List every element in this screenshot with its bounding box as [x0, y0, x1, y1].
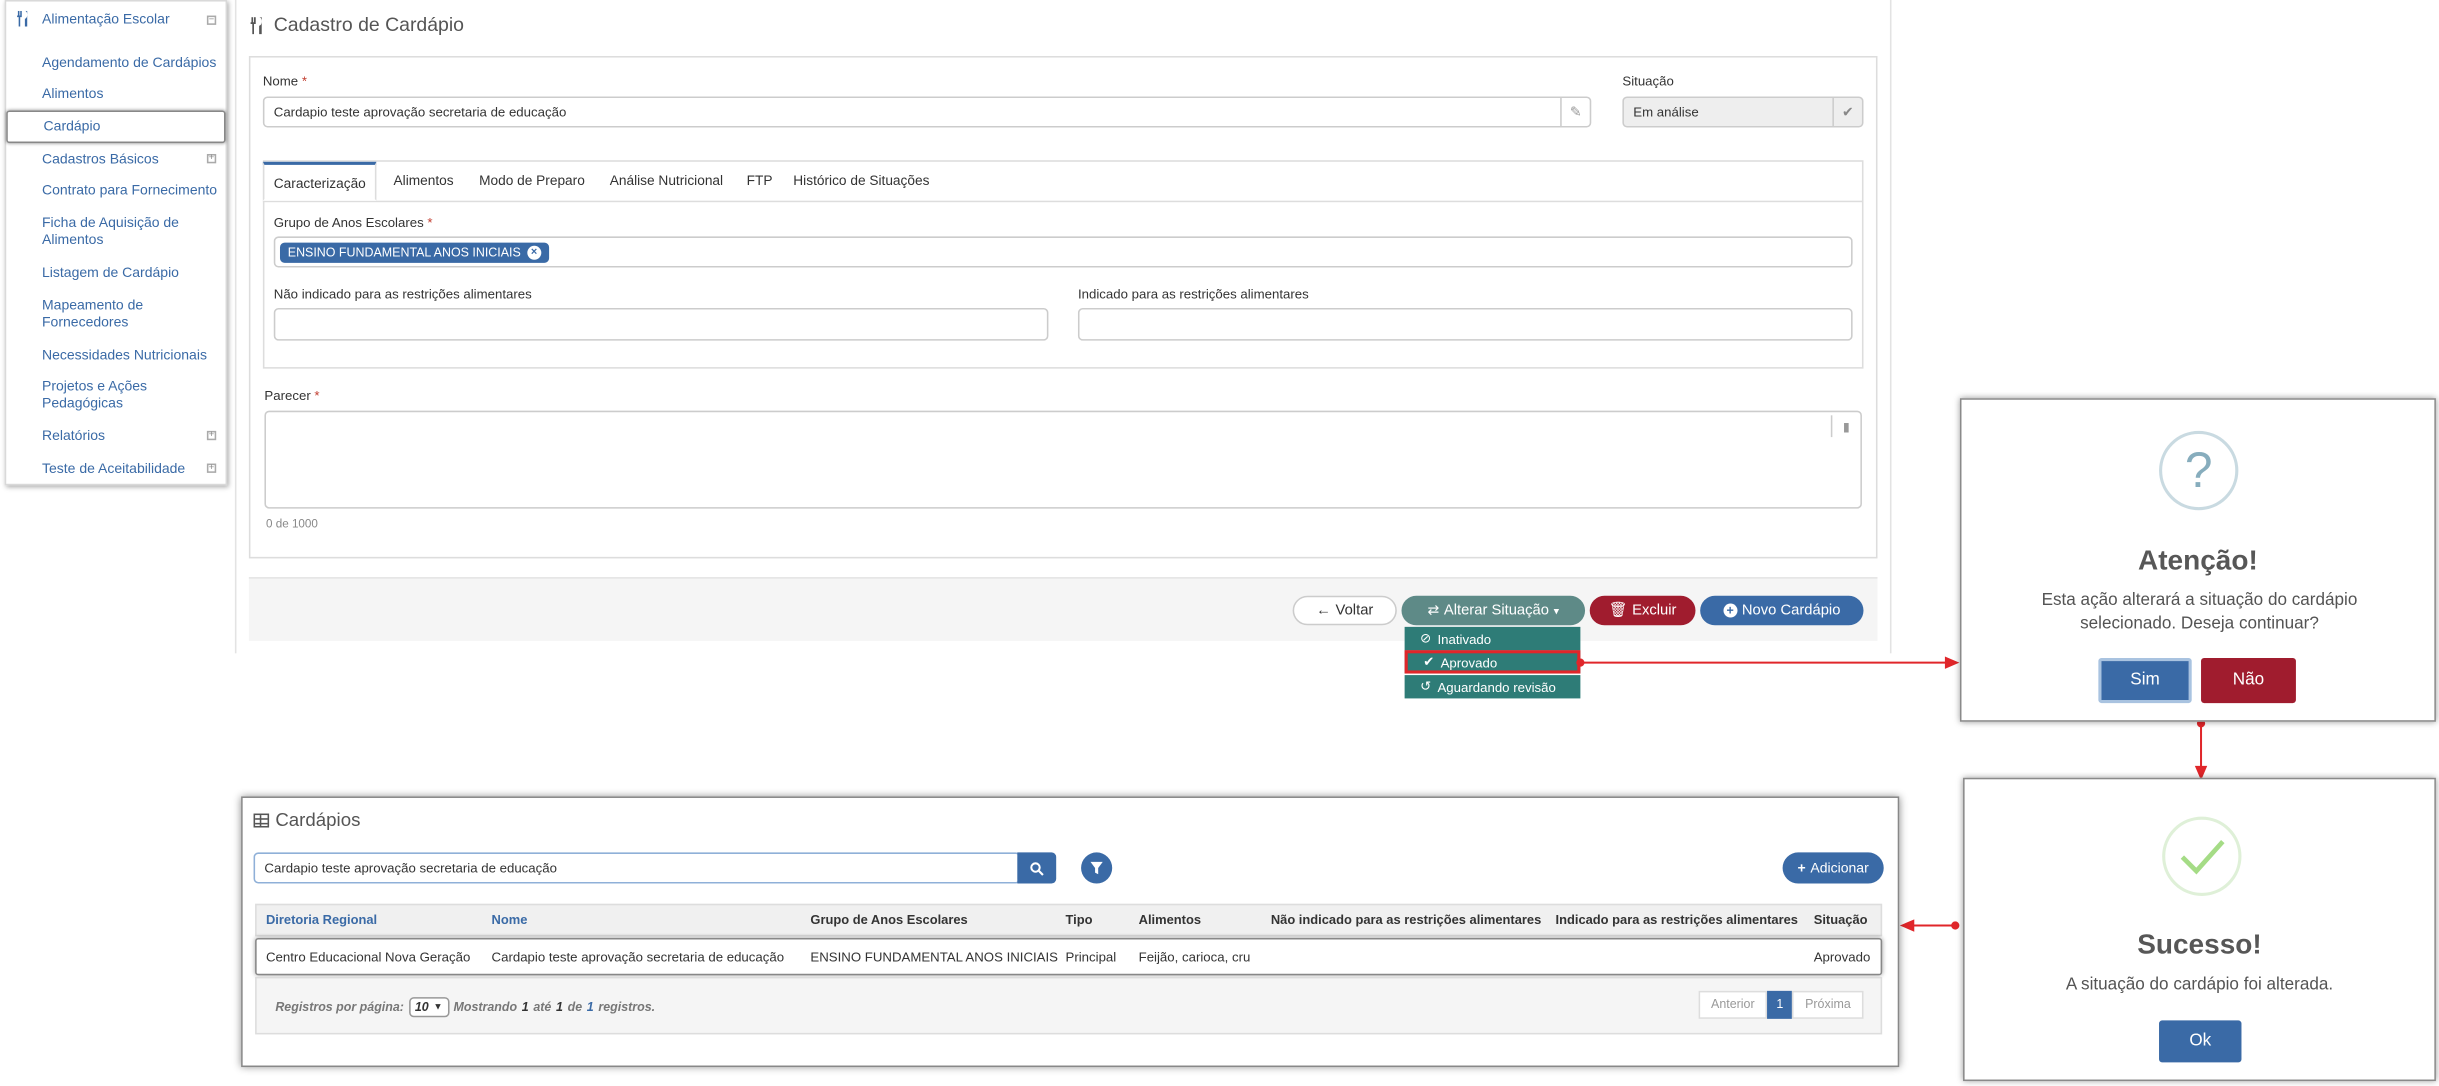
showing-from: 1	[521, 1000, 529, 1015]
col-tipo: Tipo	[1065, 911, 1093, 928]
pager-page-1[interactable]: 1	[1767, 990, 1793, 1019]
cell-grupo: ENSINO FUNDAMENTAL ANOS INICIAIS	[810, 948, 1059, 965]
showing-records-word: registros.	[598, 1000, 656, 1015]
col-grupo: Grupo de Anos Escolares	[810, 911, 968, 928]
confirm-text: Esta ação alterará a situação do cardápi…	[2041, 591, 2358, 634]
filter-icon	[1090, 861, 1103, 875]
cell-situacao: Aprovado	[1813, 948, 1871, 965]
ok-button[interactable]: Ok	[2159, 1020, 2242, 1063]
success-check-icon	[2162, 816, 2242, 896]
showing-of-word: de	[567, 1000, 583, 1015]
cell-tipo: Principal	[1065, 948, 1117, 965]
search-icon	[1030, 861, 1044, 875]
plus-icon: +	[1797, 860, 1806, 876]
showing-to-word: até	[533, 1000, 552, 1015]
cell-nome: Cardapio teste aprovação secretaria de e…	[491, 948, 785, 965]
filter-button[interactable]	[1081, 852, 1113, 884]
chevron-down-icon: ▼	[433, 1002, 443, 1012]
confirm-title: Atenção!	[2138, 544, 2258, 576]
per-page-select[interactable]: 10 ▼	[408, 997, 449, 1018]
search-value: Cardapio teste aprovação secretaria de e…	[264, 860, 557, 876]
sim-button[interactable]: Sim	[2098, 657, 2192, 704]
cell-diretoria: Centro Educacional Nova Geração	[265, 948, 471, 965]
col-alimentos: Alimentos	[1138, 911, 1202, 928]
showing-to: 1	[556, 1000, 563, 1015]
col-nome[interactable]: Nome	[492, 912, 528, 928]
pagination-info: Registros por página: 10 ▼ Mostrando 1 at…	[275, 997, 656, 1018]
nao-button[interactable]: Não	[2201, 657, 2296, 704]
col-situacao: Situação	[1813, 911, 1868, 928]
showing-label: Mostrando	[453, 1000, 518, 1015]
search-button[interactable]	[1017, 852, 1057, 884]
table-icon	[253, 812, 270, 827]
success-dialog: Sucesso! A situação do cardápio foi alte…	[1963, 777, 2436, 1082]
confirm-dialog: ? Atenção! Esta ação alterará a situação…	[1959, 398, 2436, 722]
adicionar-button[interactable]: + Adicionar	[1782, 852, 1884, 884]
pager-prev[interactable]: Anterior	[1698, 990, 1768, 1019]
adicionar-label: Adicionar	[1810, 860, 1869, 876]
question-icon: ?	[2159, 430, 2239, 511]
col-indicado: Indicado para as restrições alimentares	[1555, 911, 1798, 928]
list-title: Cardápios	[253, 808, 361, 831]
list-title-text: Cardápios	[275, 808, 361, 831]
cell-alimentos: Feijão, carioca, cru	[1138, 948, 1251, 965]
pagination: Anterior 1 Próxima	[1698, 990, 1864, 1019]
success-text: A situação do cardápio foi alterada.	[2065, 975, 2334, 994]
col-nao-indicado: Não indicado para as restrições alimenta…	[1270, 911, 1542, 928]
pager-next[interactable]: Próxima	[1792, 990, 1864, 1019]
showing-total: 1	[586, 1000, 594, 1015]
per-page-label: Registros por página:	[275, 1000, 404, 1015]
success-title: Sucesso!	[2137, 928, 2262, 960]
list-search-input[interactable]: Cardapio teste aprovação secretaria de e…	[253, 852, 1021, 884]
col-diretoria[interactable]: Diretoria Regional	[266, 912, 377, 928]
